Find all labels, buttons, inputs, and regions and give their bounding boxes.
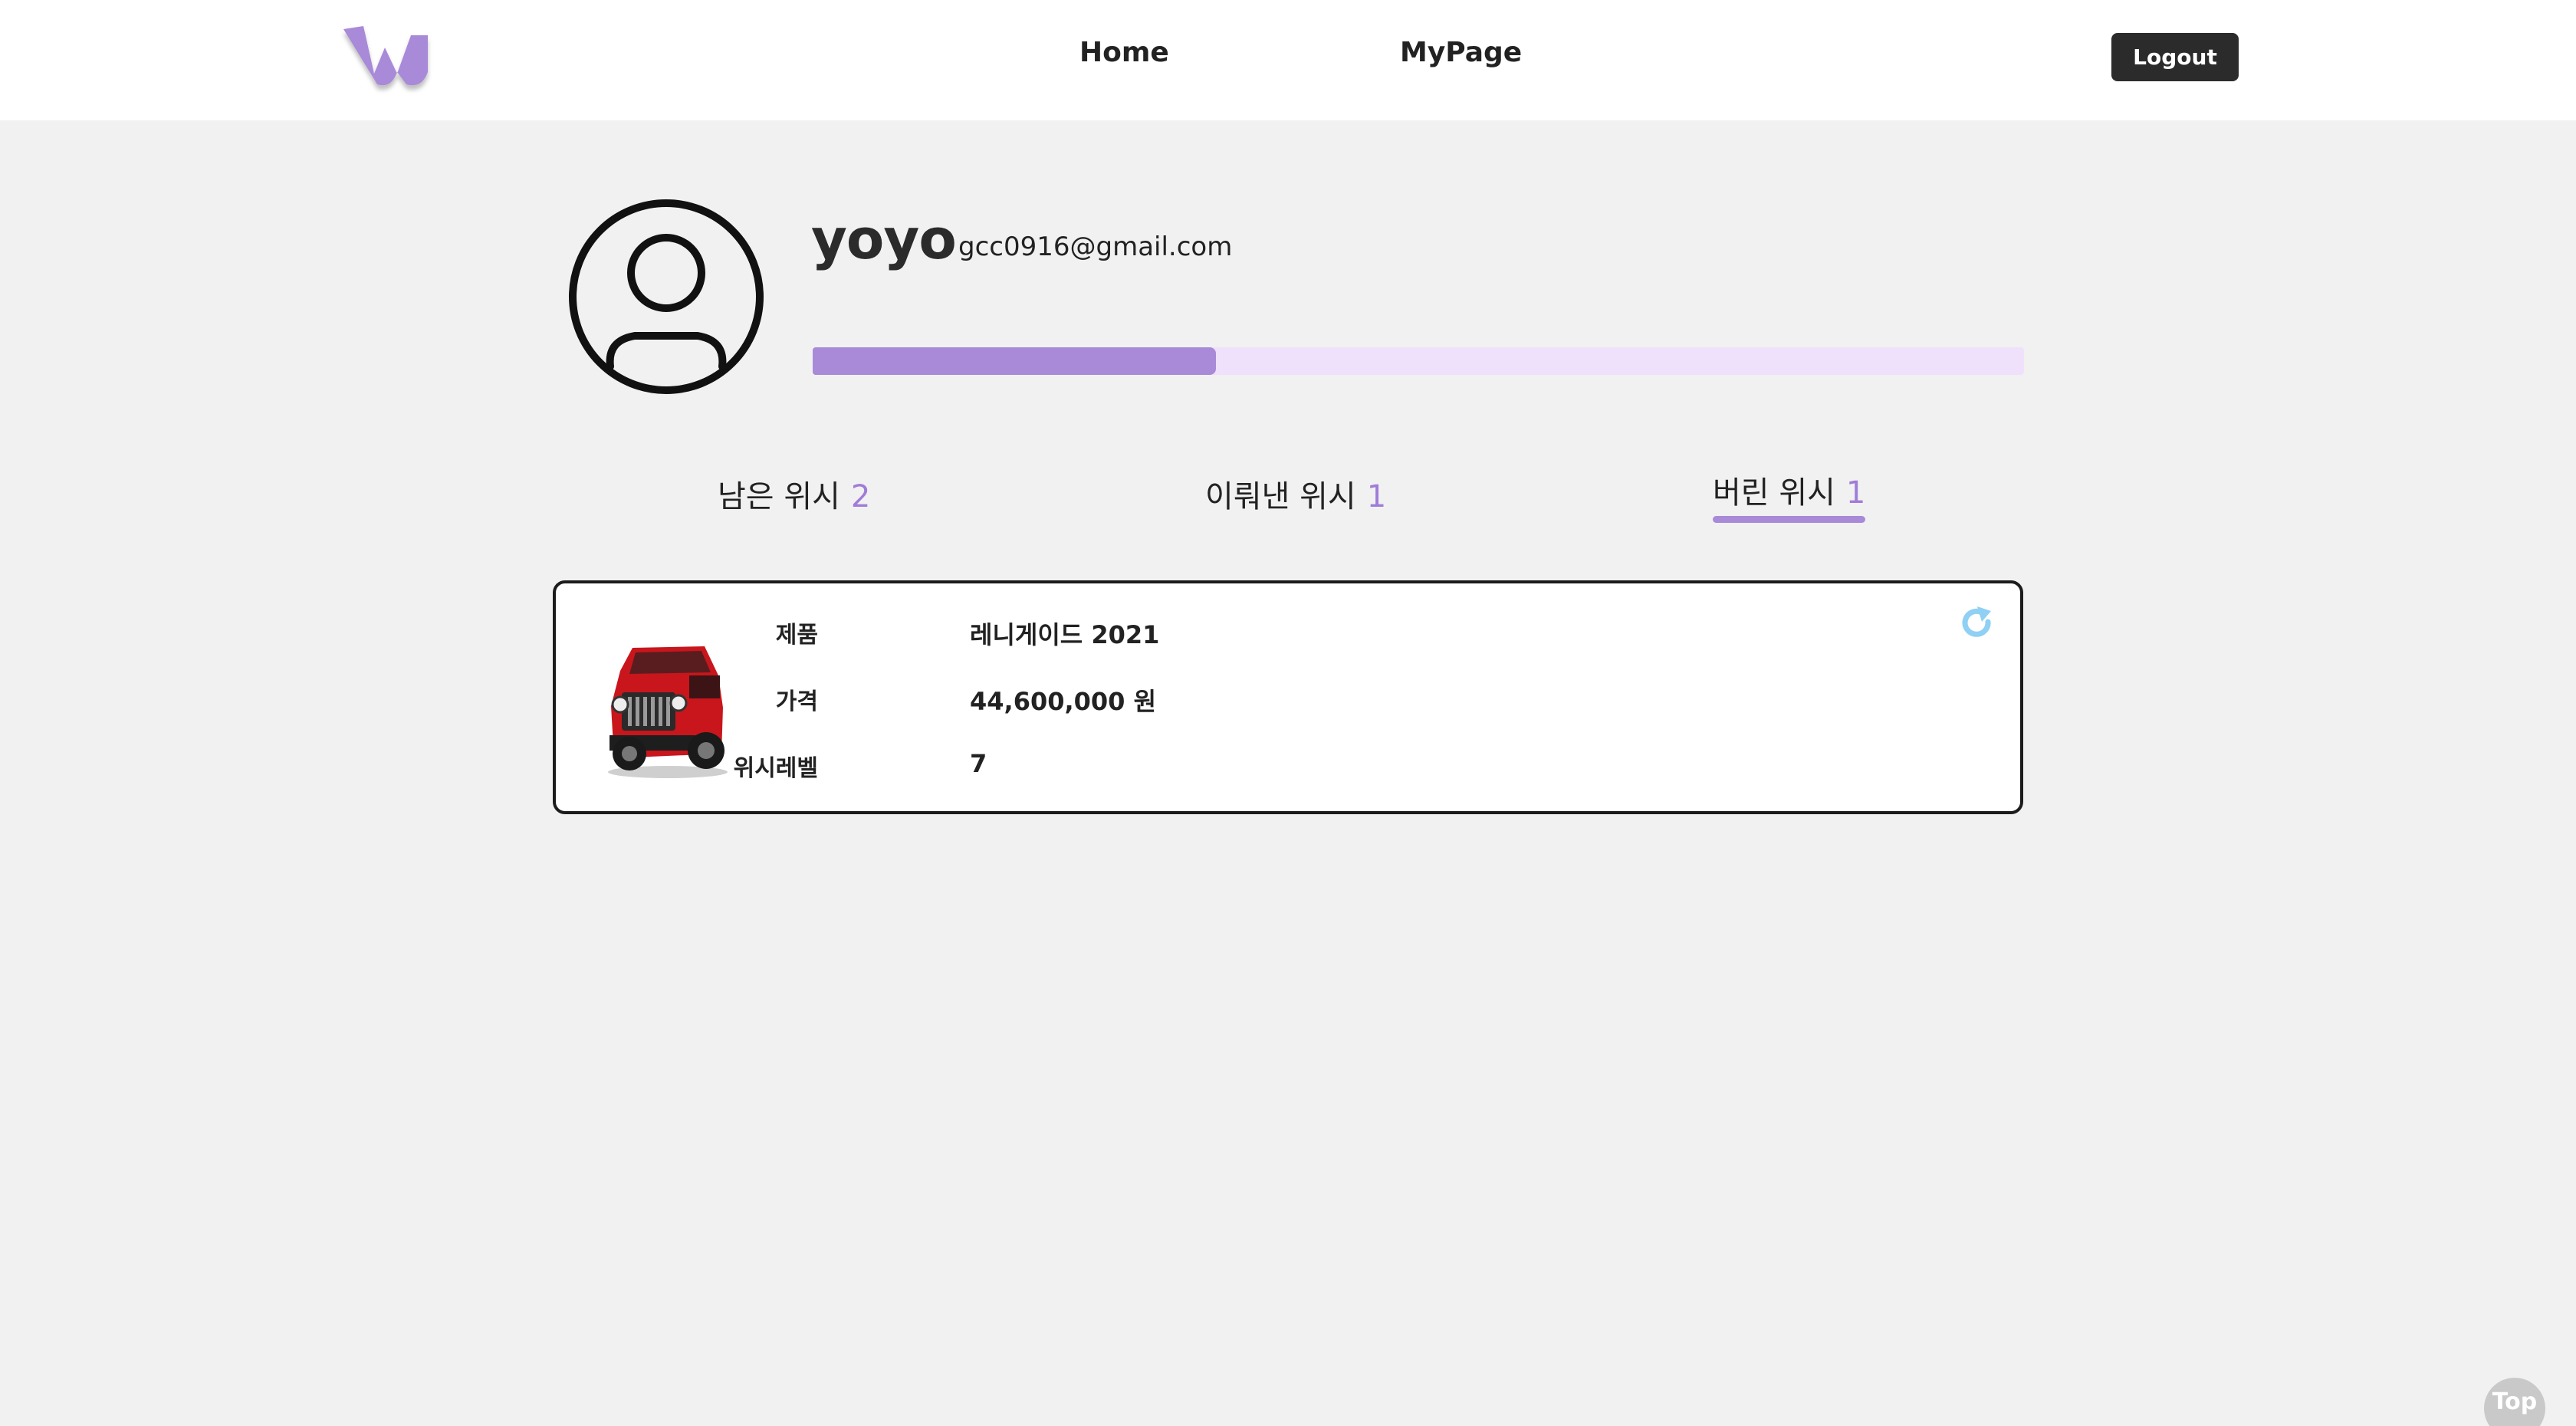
wish-progress-bar: [813, 347, 2024, 375]
red-jeep-renegade-image: [608, 646, 728, 778]
product-name-value: 레니게이드 2021: [970, 620, 1160, 649]
tab-label: 남은 위시: [718, 479, 840, 514]
tab-achieved-wishes[interactable]: 이뤄낸 위시 1: [1205, 472, 1386, 524]
top-navbar: Home MyPage Logout: [0, 0, 2576, 120]
scroll-to-top-button[interactable]: Top: [2484, 1378, 2545, 1426]
tab-label: 버린 위시: [1713, 475, 1835, 511]
wish-card: 제품 레니게이드 2021 가격 44,600,000 원 위시레벨 7: [553, 580, 2023, 814]
logout-button[interactable]: Logout: [2111, 33, 2239, 81]
wish-level-value: 7: [970, 749, 987, 778]
tab-count: 2: [850, 479, 871, 514]
wish-level-label: 위시레벨: [733, 755, 818, 782]
nav-mypage-link[interactable]: MyPage: [1400, 37, 1522, 68]
tab-count: 1: [1845, 475, 1866, 511]
price-value: 44,600,000 원: [970, 687, 1157, 716]
profile-email: gcc0916@gmail.com: [958, 232, 1233, 262]
profile-username: yoyo: [811, 207, 957, 271]
nav-home-link[interactable]: Home: [1079, 37, 1169, 68]
wish-progress-fill: [813, 347, 1217, 375]
restore-icon[interactable]: [1959, 605, 1996, 642]
product-name-label: 제품: [775, 622, 818, 649]
active-tab-underline: [1713, 516, 1866, 523]
user-circle-icon: [569, 199, 764, 394]
tab-discarded-wishes[interactable]: 버린 위시 1: [1713, 468, 1866, 523]
wishlist-logo-icon[interactable]: [337, 18, 437, 95]
tab-remaining-wishes[interactable]: 남은 위시 2: [718, 472, 870, 524]
price-label: 가격: [775, 688, 818, 715]
tab-count: 1: [1366, 479, 1387, 514]
tab-label: 이뤄낸 위시: [1205, 479, 1356, 514]
